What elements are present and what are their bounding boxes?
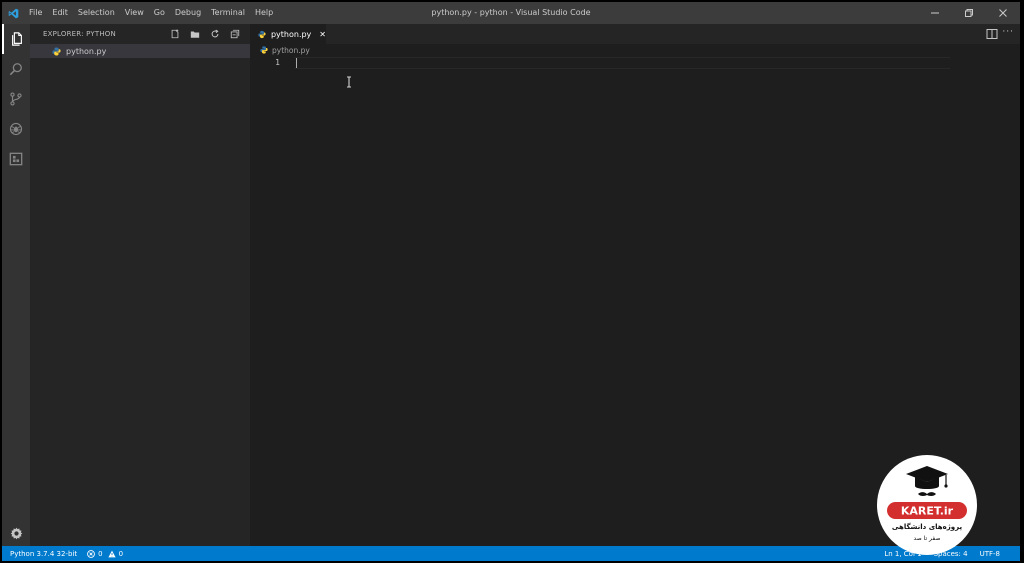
line-number: 1 bbox=[275, 58, 280, 67]
tab-close-icon[interactable]: ✕ bbox=[319, 30, 326, 39]
vscode-window: File Edit Selection View Go Debug Termin… bbox=[2, 2, 1020, 561]
restore-button[interactable] bbox=[952, 2, 986, 24]
explorer-sidebar: EXPLORER: PYTHON python.py bbox=[30, 24, 250, 546]
menu-edit[interactable]: Edit bbox=[47, 2, 73, 24]
breadcrumb: python.py bbox=[250, 44, 1020, 56]
file-item-python-py[interactable]: python.py bbox=[30, 44, 250, 58]
collapse-all-icon[interactable] bbox=[228, 27, 242, 41]
menu-view[interactable]: View bbox=[120, 2, 149, 24]
new-folder-icon[interactable] bbox=[188, 27, 202, 41]
explorer-actions bbox=[168, 27, 242, 41]
gear-icon[interactable] bbox=[2, 518, 30, 548]
minimize-button[interactable] bbox=[918, 2, 952, 24]
breadcrumb-item[interactable]: python.py bbox=[272, 46, 310, 55]
restore-icon bbox=[965, 9, 973, 17]
close-icon bbox=[999, 9, 1007, 17]
editor-tabs-bar: python.py ✕ ··· bbox=[250, 24, 1020, 44]
error-icon bbox=[87, 549, 95, 558]
python-file-icon bbox=[258, 30, 266, 38]
split-editor-icon[interactable] bbox=[986, 28, 998, 40]
explorer-header: EXPLORER: PYTHON bbox=[30, 24, 250, 44]
file-item-label: python.py bbox=[66, 46, 107, 56]
menu-go[interactable]: Go bbox=[149, 2, 170, 24]
ibeam-cursor-icon bbox=[347, 76, 351, 88]
search-icon[interactable] bbox=[2, 54, 30, 84]
watermark-brand: KARET.ir bbox=[901, 505, 954, 518]
encoding-setting[interactable]: UTF-8 bbox=[980, 546, 1000, 561]
warning-icon bbox=[107, 550, 116, 557]
close-window-button[interactable] bbox=[986, 2, 1020, 24]
minimize-icon bbox=[931, 12, 939, 14]
activity-bar bbox=[2, 24, 30, 546]
current-line-highlight bbox=[294, 57, 950, 69]
window-controls bbox=[918, 2, 1020, 24]
menu-debug[interactable]: Debug bbox=[170, 2, 206, 24]
menu-bar: File Edit Selection View Go Debug Termin… bbox=[24, 2, 278, 24]
problems-indicator[interactable]: 0 0 bbox=[87, 546, 123, 561]
tab-label: python.py bbox=[270, 29, 312, 39]
error-count: 0 bbox=[98, 549, 103, 558]
explorer-title: EXPLORER: PYTHON bbox=[43, 30, 116, 38]
status-left: Python 3.7.4 32-bit 0 0 bbox=[10, 546, 123, 561]
warning-count: 0 bbox=[118, 549, 124, 558]
menu-selection[interactable]: Selection bbox=[73, 2, 120, 24]
tab-python-py[interactable]: python.py ✕ bbox=[250, 24, 326, 44]
debug-icon[interactable] bbox=[2, 114, 30, 144]
menu-file[interactable]: File bbox=[24, 2, 47, 24]
karet-watermark-logo: KARET.ir پروژه‌های دانشگاهی صفر تا صد bbox=[877, 455, 977, 555]
more-actions-icon[interactable]: ··· bbox=[1002, 27, 1014, 37]
python-file-icon bbox=[260, 46, 268, 54]
menu-terminal[interactable]: Terminal bbox=[206, 2, 250, 24]
menu-help[interactable]: Help bbox=[250, 2, 278, 24]
refresh-icon[interactable] bbox=[208, 27, 222, 41]
watermark-tagline: پروژه‌های دانشگاهی bbox=[892, 522, 963, 531]
explorer-icon[interactable] bbox=[2, 24, 30, 54]
source-control-icon[interactable] bbox=[2, 84, 30, 114]
text-cursor bbox=[296, 58, 297, 68]
python-file-icon bbox=[52, 46, 61, 56]
new-file-icon[interactable] bbox=[168, 27, 182, 41]
extensions-icon[interactable] bbox=[2, 144, 30, 174]
watermark-sub: صفر تا صد bbox=[914, 535, 941, 542]
vscode-logo-icon bbox=[2, 2, 24, 24]
title-bar: File Edit Selection View Go Debug Termin… bbox=[2, 2, 1020, 24]
status-bar: Python 3.7.4 32-bit 0 0 Ln 1, Col 1 Spac… bbox=[2, 546, 1020, 561]
python-interpreter[interactable]: Python 3.7.4 32-bit bbox=[10, 546, 77, 561]
